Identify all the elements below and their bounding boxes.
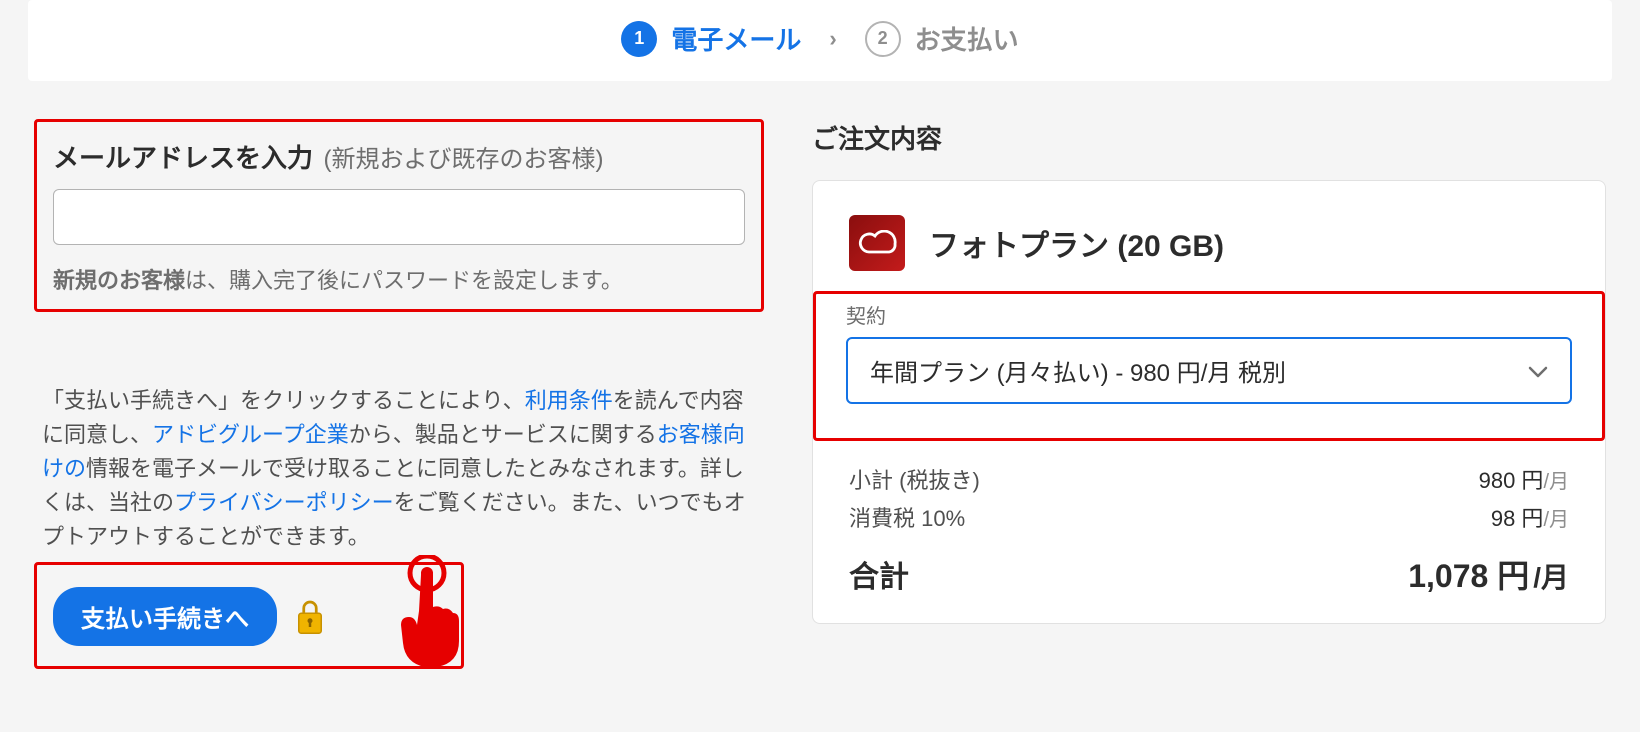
step-2-label: お支払い: [915, 20, 1019, 57]
terms-link[interactable]: 利用条件: [525, 388, 613, 413]
email-heading: メールアドレスを入力: [53, 143, 313, 173]
progress-steps: 1 電子メール › 2 お支払い: [28, 0, 1612, 81]
adobe-group-link[interactable]: アドビグループ企業: [152, 422, 349, 447]
email-section: メールアドレスを入力 (新規および既存のお客様) 新規のお客様は、購入完了後にパ…: [34, 119, 764, 312]
subtotal-label: 小計 (税抜き): [849, 463, 980, 495]
step-email: 1 電子メール: [621, 20, 801, 57]
consent-t3: から、製品とサービスに関する: [349, 422, 657, 447]
proceed-section: 支払い手続きへ: [34, 562, 464, 669]
step-1-badge: 1: [621, 21, 657, 57]
step-separator: ›: [829, 26, 836, 52]
step-1-label: 電子メール: [671, 20, 801, 57]
product-name: フォトプラン (20 GB): [929, 221, 1224, 265]
product-row: フォトプラン (20 GB): [813, 181, 1605, 287]
email-note-rest: は、購入完了後にパスワードを設定します。: [185, 268, 623, 293]
tax-row: 消費税 10% 98 円/月: [849, 501, 1569, 533]
email-note-bold: 新規のお客様: [53, 268, 185, 293]
total-row: 合計 1,078 円/月: [849, 551, 1569, 597]
creative-cloud-icon: [849, 215, 905, 271]
chevron-down-icon: [1528, 357, 1548, 385]
proceed-to-payment-button[interactable]: 支払い手続きへ: [53, 587, 277, 646]
subtotal-unit: /月: [1543, 471, 1569, 493]
subtotal-row: 小計 (税抜き) 980 円/月: [849, 463, 1569, 495]
tax-unit: /月: [1543, 509, 1569, 531]
plan-label: 契約: [846, 300, 1572, 329]
privacy-policy-link[interactable]: プライバシーポリシー: [174, 490, 394, 515]
plan-section: 契約 年間プラン (月々払い) - 980 円/月 税別: [813, 291, 1605, 441]
step-payment: 2 お支払い: [865, 20, 1019, 57]
order-summary-card: フォトプラン (20 GB) 契約 年間プラン (月々払い) - 980 円/月…: [812, 180, 1606, 624]
price-breakdown: 小計 (税抜き) 980 円/月 消費税 10% 98 円/月 合計 1,078…: [849, 463, 1569, 597]
tax-label: 消費税 10%: [849, 501, 965, 533]
step-2-badge: 2: [865, 21, 901, 57]
total-value: 1,078 円: [1408, 558, 1529, 594]
order-summary-title: ご注文内容: [812, 119, 1606, 156]
email-input[interactable]: [53, 189, 745, 245]
total-unit: /月: [1533, 562, 1569, 593]
email-note: 新規のお客様は、購入完了後にパスワードを設定します。: [53, 263, 745, 295]
plan-select[interactable]: 年間プラン (月々払い) - 980 円/月 税別: [846, 337, 1572, 404]
subtotal-value: 980 円: [1479, 468, 1544, 493]
consent-text: 「支払い手続きへ」をクリックすることにより、利用条件を読んで内容に同意し、アドビ…: [34, 384, 764, 554]
email-heading-row: メールアドレスを入力 (新規および既存のお客様): [53, 138, 745, 175]
total-label: 合計: [849, 552, 909, 596]
pointer-hand-icon: [387, 555, 467, 680]
lock-icon: [295, 598, 325, 636]
consent-t1: 「支払い手続きへ」をクリックすることにより、: [42, 388, 525, 413]
plan-selected-text: 年間プラン (月々払い) - 980 円/月 税別: [870, 353, 1286, 388]
email-subheading: (新規および既存のお客様): [323, 146, 603, 173]
tax-value: 98 円: [1491, 506, 1544, 531]
